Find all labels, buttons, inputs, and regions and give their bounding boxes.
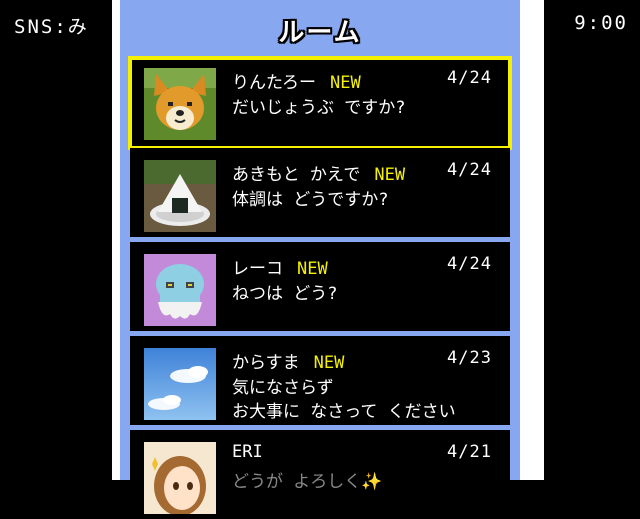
- room-name: りんたろー NEW: [232, 73, 361, 93]
- new-badge: NEW: [313, 353, 345, 373]
- new-badge: NEW: [329, 73, 361, 93]
- dog-avatar: [144, 68, 216, 140]
- room-date: 4/24: [447, 160, 492, 180]
- new-badge: NEW: [297, 259, 328, 279]
- room-name: レーコ NEW: [232, 259, 328, 279]
- room-row-eri[interactable]: ERI 4/21 どうが よろしく✨: [130, 430, 510, 519]
- room-date: 4/24: [447, 68, 492, 88]
- sns-label: SNS:み: [14, 16, 89, 38]
- room-row-rintaro[interactable]: りんたろー NEW 4/24 だいじょうぶ ですか?: [128, 56, 512, 150]
- room-row-reiko[interactable]: レーコ NEW 4/24 ねつは どう?: [130, 242, 510, 331]
- room-message: 体調は どうですか?: [232, 190, 389, 210]
- room-name: からすま NEW: [232, 353, 345, 373]
- room-name: ERI: [232, 442, 263, 462]
- girl-avatar: [144, 442, 216, 514]
- new-badge: NEW: [374, 165, 406, 185]
- room-row-karasuma[interactable]: からすま NEW 4/23 気になさらず お大事に なさって ください: [130, 336, 510, 425]
- room-date: 4/21: [447, 442, 492, 462]
- ghost-avatar: [144, 254, 216, 326]
- room-message: 気になさらず お大事に なさって ください: [232, 378, 456, 422]
- room-message: だいじょうぶ ですか?: [232, 98, 406, 118]
- room-panel: ルーム りんたろー NEW 4/24 だいじょうぶ ですか? あきもと かえで …: [120, 0, 520, 519]
- onigiri-avatar: [144, 160, 216, 232]
- room-date: 4/24: [447, 254, 492, 274]
- clock: 9:00: [574, 12, 628, 34]
- sky-avatar: [144, 348, 216, 420]
- page-title: ルーム: [278, 18, 362, 48]
- room-message: どうが よろしく✨: [232, 472, 383, 492]
- room-name: あきもと かえで NEW: [232, 165, 406, 185]
- room-message: ねつは どう?: [232, 284, 338, 304]
- room-date: 4/23: [447, 348, 492, 368]
- room-row-akimoto[interactable]: あきもと かえで NEW 4/24 体調は どうですか?: [130, 148, 510, 237]
